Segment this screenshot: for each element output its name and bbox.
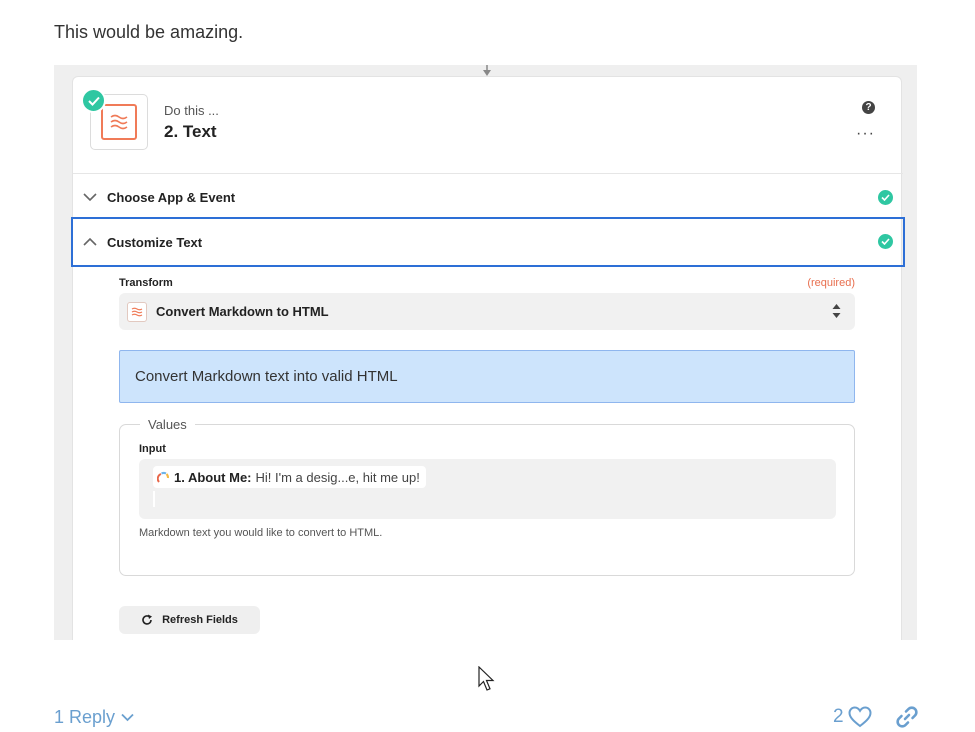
more-options-icon[interactable]: ···: [856, 126, 875, 142]
replies-toggle[interactable]: 1 Reply: [54, 707, 134, 728]
section-label: Choose App & Event: [107, 189, 236, 205]
select-arrows-icon: [832, 304, 841, 318]
refresh-icon: [142, 614, 153, 625]
input-label: Input: [139, 443, 166, 455]
like-button[interactable]: 2: [833, 706, 872, 728]
check-icon: [81, 88, 106, 113]
check-icon: [878, 234, 893, 249]
transform-value: Convert Markdown to HTML: [156, 304, 329, 319]
pill-field-name: 1. About Me:: [174, 469, 252, 485]
section-choose-app-event[interactable]: Choose App & Event: [73, 173, 903, 220]
step-prefix: Do this ...: [164, 103, 219, 118]
mouse-cursor-icon: [478, 666, 495, 691]
link-icon[interactable]: [895, 705, 919, 729]
transform-description: Convert Markdown text into valid HTML: [119, 350, 855, 403]
refresh-fields-button[interactable]: Refresh Fields: [119, 606, 260, 634]
text-app-icon: [127, 301, 147, 322]
typeform-icon: [157, 471, 169, 483]
required-label: (required): [807, 277, 855, 289]
chevron-up-icon: [83, 237, 97, 246]
text-caret: [153, 491, 155, 507]
section-customize-text[interactable]: Customize Text: [71, 217, 905, 267]
transform-label: Transform: [119, 277, 173, 289]
post-text: This would be amazing.: [54, 22, 244, 42]
help-icon[interactable]: ?: [862, 101, 875, 114]
pill-field-value: Hi! I'm a desig...e, hit me up!: [255, 469, 420, 485]
step-card: Do this ... 2. Text ? ··· Choose App & E…: [71, 76, 905, 640]
input-help-text: Markdown text you would like to convert …: [139, 527, 383, 539]
chevron-down-icon: [121, 713, 134, 722]
mapped-field-pill[interactable]: 1. About Me: Hi! I'm a desig...e, hit me…: [153, 466, 426, 488]
input-field[interactable]: 1. About Me: Hi! I'm a desig...e, hit me…: [139, 459, 836, 519]
values-legend: Values: [140, 417, 195, 432]
transform-select[interactable]: Convert Markdown to HTML: [119, 293, 855, 330]
chevron-down-icon: [83, 193, 97, 202]
embedded-screenshot: Do this ... 2. Text ? ··· Choose App & E…: [54, 65, 917, 640]
check-icon: [878, 190, 893, 205]
step-title[interactable]: 2. Text: [164, 122, 217, 142]
refresh-fields-label: Refresh Fields: [162, 614, 238, 626]
reply-count-label: 1 Reply: [54, 707, 116, 727]
section-label: Customize Text: [107, 234, 203, 250]
values-fieldset: Values Input 1. About Me: Hi! I'm a desi…: [119, 417, 855, 576]
like-count: 2: [833, 706, 844, 727]
heart-icon: [848, 706, 872, 728]
